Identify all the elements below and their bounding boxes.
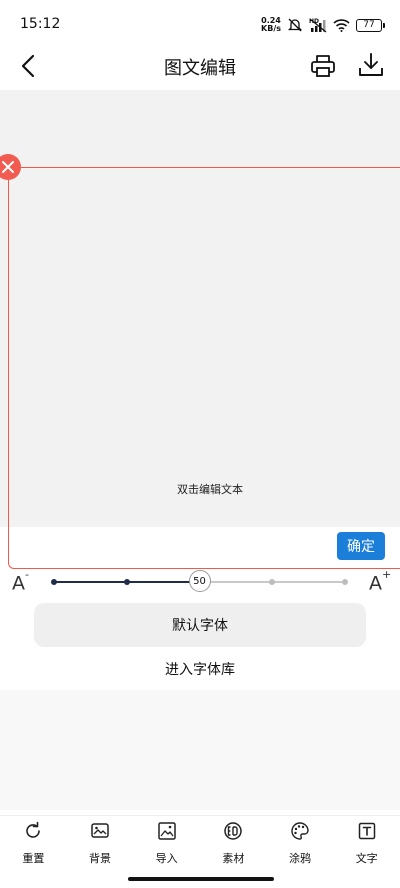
increase-font-size-mark: + [382, 568, 392, 581]
text-box[interactable] [8, 167, 400, 569]
toolbar-item-doodle[interactable]: 涂鸦 [267, 816, 334, 867]
palette-icon [289, 820, 311, 842]
download-icon [359, 53, 383, 76]
wifi-icon [333, 19, 350, 32]
toolbar-item-reset[interactable]: 重置 [0, 816, 67, 867]
toolbar-item-label: 重置 [22, 852, 45, 865]
toolbar-item-label: 背景 [89, 852, 111, 865]
text-icon [356, 820, 378, 842]
network-speed-unit: KB/s [261, 24, 281, 33]
font-size-row: A- 50 A+ [0, 566, 400, 600]
mute-icon [287, 18, 303, 32]
toolbar-item-label: 文字 [355, 852, 378, 865]
status-bar: 15:12 0.24 KB/s HD 77 [0, 0, 400, 44]
network-speed: 0.24 KB/s [261, 17, 281, 33]
decrease-font-size-button[interactable]: A- [12, 568, 29, 595]
hd-signal-icon: HD [309, 18, 327, 33]
print-button[interactable] [308, 51, 338, 81]
printer-icon [311, 55, 335, 77]
editing-canvas[interactable]: 双击编辑文本 [0, 90, 400, 569]
slider-tick[interactable] [342, 579, 348, 585]
toolbar-item-text[interactable]: 文字 [333, 816, 400, 867]
material-icon [222, 820, 244, 842]
increase-font-size-label: A [369, 572, 382, 595]
slider-tick[interactable] [269, 579, 276, 585]
background-icon [89, 820, 111, 842]
font-size-value: 50 [193, 575, 206, 587]
battery-level: 77 [363, 20, 375, 30]
top-bar: 图文编辑 [0, 44, 400, 88]
import-image-icon [156, 820, 178, 842]
close-icon [2, 161, 14, 173]
bottom-toolbar: 重置 背景 导入 素材 涂鸦 文字 [0, 815, 400, 867]
decrease-font-size-mark: - [25, 568, 29, 581]
download-button[interactable] [356, 50, 386, 80]
default-font-button[interactable]: 默认字体 [34, 603, 366, 647]
decrease-font-size-label: A [12, 572, 25, 595]
home-indicator [128, 877, 274, 881]
battery-icon: 77 [356, 18, 385, 32]
reset-icon [22, 820, 44, 842]
toolbar-item-background[interactable]: 背景 [67, 816, 134, 867]
increase-font-size-button[interactable]: A+ [369, 568, 391, 595]
font-size-slider-thumb[interactable]: 50 [188, 570, 211, 592]
status-icons: 0.24 KB/s HD 77 [261, 15, 385, 35]
text-placeholder[interactable]: 双击编辑文本 [0, 481, 400, 497]
font-library-link[interactable]: 进入字体库 [0, 659, 400, 679]
toolbar-item-import[interactable]: 导入 [133, 816, 200, 867]
slider-tick[interactable] [123, 579, 130, 585]
font-options-panel [0, 690, 400, 810]
slider-tick[interactable] [51, 579, 57, 585]
font-size-slider[interactable]: 50 [51, 570, 348, 592]
confirm-button[interactable]: 确定 [337, 532, 385, 560]
status-time: 15:12 [20, 16, 61, 32]
toolbar-item-label: 导入 [155, 852, 178, 865]
toolbar-item-label: 素材 [222, 852, 245, 865]
toolbar-item-label: 涂鸦 [289, 852, 312, 865]
page-title: 图文编辑 [164, 58, 236, 79]
toolbar-item-material[interactable]: 素材 [200, 816, 267, 867]
